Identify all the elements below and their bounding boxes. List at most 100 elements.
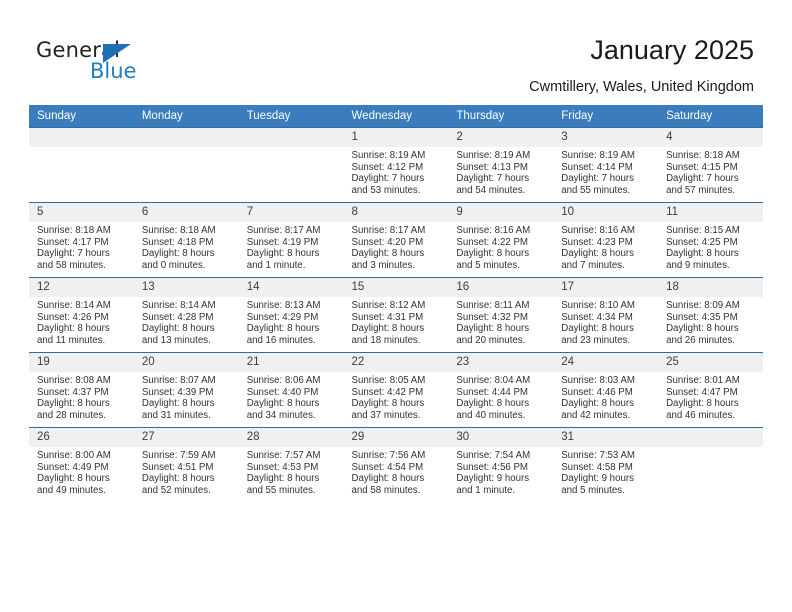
calendar-day-cell[interactable]: 13 Sunrise: 8:14 AM Sunset: 4:28 PM Dayligh… (133, 277, 239, 353)
day-info-line: Daylight: 8 hours (141, 473, 215, 485)
calendar-day-cell[interactable]: 23 Sunrise: 8:04 AM Sunset: 4:44 PM Dayligh… (448, 352, 554, 428)
day-info-line: Sunset: 4:32 PM (456, 311, 528, 323)
day-info-line: Daylight: 8 hours (456, 398, 530, 410)
day-info-line: Sunrise: 7:53 AM (561, 450, 635, 461)
calendar-day-cell[interactable]: 28 Sunrise: 7:57 AM Sunset: 4:53 PM Dayligh… (238, 427, 344, 502)
day-number: 23 (448, 353, 554, 372)
day-info-line: Daylight: 8 hours (246, 323, 320, 335)
calendar-week-row: 5 Sunrise: 8:18 AM Sunset: 4:17 PM Daylight… (29, 202, 763, 278)
day-info-line: Daylight: 9 hours (561, 473, 634, 485)
day-number (658, 428, 763, 447)
calendar-day-cell[interactable]: 7 Sunrise: 8:17 AM Sunset: 4:19 PM Daylight… (238, 202, 344, 278)
day-sun-info: Sunrise: 8:16 AM Sunset: 4:22 PM Daylight:… (448, 222, 553, 271)
calendar-day-cell[interactable]: 12 Sunrise: 8:14 AM Sunset: 4:26 PM Dayligh… (29, 277, 134, 353)
day-info-line: and 1 minute. (246, 259, 306, 271)
day-info-line: Sunrise: 8:17 AM (351, 225, 426, 236)
day-info-line: Daylight: 8 hours (141, 248, 215, 260)
calendar-day-cell[interactable]: 30 Sunrise: 7:54 AM Sunset: 4:56 PM Dayligh… (448, 427, 554, 502)
day-sun-info: Sunrise: 7:53 AM Sunset: 4:58 PM Daylight:… (553, 447, 658, 496)
calendar-day-cell[interactable]: 15 Sunrise: 8:12 AM Sunset: 4:31 PM Dayligh… (343, 277, 449, 353)
day-info-line: Sunrise: 8:18 AM (141, 225, 216, 236)
calendar-day-cell[interactable]: 11 Sunrise: 8:15 AM Sunset: 4:25 PM Dayligh… (658, 202, 763, 278)
day-info-line: Daylight: 8 hours (561, 323, 634, 335)
weekday-header-sunday: Sunday (29, 105, 134, 128)
day-info-line: Sunset: 4:15 PM (666, 161, 738, 173)
calendar-day-cell[interactable]: 17 Sunrise: 8:10 AM Sunset: 4:34 PM Dayligh… (553, 277, 659, 353)
day-info-line: Sunrise: 8:10 AM (561, 300, 635, 311)
day-number: 19 (29, 353, 134, 372)
calendar-day-cell[interactable]: 8 Sunrise: 8:17 AM Sunset: 4:20 PM Daylight… (343, 202, 449, 278)
day-info-line: Sunset: 4:42 PM (351, 386, 424, 398)
day-info-line: and 53 minutes. (351, 184, 421, 196)
calendar-day-cell[interactable]: 22 Sunrise: 8:05 AM Sunset: 4:42 PM Dayligh… (343, 352, 449, 428)
calendar-day-cell[interactable]: 10 Sunrise: 8:16 AM Sunset: 4:23 PM Dayligh… (553, 202, 659, 278)
day-sun-info: Sunrise: 8:11 AM Sunset: 4:32 PM Daylight:… (448, 297, 553, 346)
day-info-line: Sunset: 4:49 PM (37, 461, 109, 473)
calendar-day-cell-empty (29, 127, 134, 203)
calendar-day-cell[interactable]: 5 Sunrise: 8:18 AM Sunset: 4:17 PM Daylight… (29, 202, 134, 278)
calendar-day-cell[interactable]: 3 Sunrise: 8:19 AM Sunset: 4:14 PM Daylight… (553, 127, 659, 203)
day-info-line: Sunrise: 8:19 AM (456, 150, 531, 161)
calendar-day-cell[interactable]: 25 Sunrise: 8:01 AM Sunset: 4:47 PM Dayligh… (658, 352, 763, 428)
weekday-header-wednesday: Wednesday (343, 105, 449, 128)
calendar-day-cell[interactable]: 21 Sunrise: 8:06 AM Sunset: 4:40 PM Dayligh… (238, 352, 344, 428)
day-info-line: Sunrise: 8:14 AM (37, 300, 111, 311)
calendar-day-cell[interactable]: 27 Sunrise: 7:59 AM Sunset: 4:51 PM Dayligh… (133, 427, 239, 502)
day-number: 3 (553, 128, 659, 147)
day-info-line: Sunset: 4:31 PM (351, 311, 424, 323)
day-info-line: Daylight: 8 hours (561, 398, 634, 410)
calendar-day-cell[interactable]: 26 Sunrise: 8:00 AM Sunset: 4:49 PM Dayligh… (29, 427, 134, 502)
calendar-day-cell[interactable]: 24 Sunrise: 8:03 AM Sunset: 4:46 PM Dayligh… (553, 352, 659, 428)
calendar-day-cell[interactable]: 29 Sunrise: 7:56 AM Sunset: 4:54 PM Dayligh… (343, 427, 449, 502)
day-sun-info: Sunrise: 8:16 AM Sunset: 4:23 PM Daylight:… (553, 222, 658, 271)
day-number: 11 (658, 203, 763, 222)
day-info-line: Daylight: 9 hours (456, 473, 530, 485)
day-info-line: Sunrise: 8:16 AM (561, 225, 635, 236)
calendar-day-cell[interactable]: 6 Sunrise: 8:18 AM Sunset: 4:18 PM Daylight… (133, 202, 239, 278)
calendar-day-cell[interactable]: 19 Sunrise: 8:08 AM Sunset: 4:37 PM Dayligh… (29, 352, 134, 428)
day-info-line: and 23 minutes. (561, 334, 631, 346)
day-info-line: and 55 minutes. (246, 484, 316, 496)
weekday-header-friday: Friday (553, 105, 659, 128)
calendar-day-cell[interactable]: 2 Sunrise: 8:19 AM Sunset: 4:13 PM Daylight… (448, 127, 554, 203)
day-sun-info: Sunrise: 8:07 AM Sunset: 4:39 PM Daylight:… (134, 372, 239, 421)
calendar-day-cell[interactable]: 20 Sunrise: 8:07 AM Sunset: 4:39 PM Dayligh… (133, 352, 239, 428)
calendar-day-cell[interactable]: 1 Sunrise: 8:19 AM Sunset: 4:12 PM Daylight… (343, 127, 449, 203)
calendar-day-cell[interactable]: 4 Sunrise: 8:18 AM Sunset: 4:15 PM Daylight… (658, 127, 763, 203)
day-number: 29 (343, 428, 449, 447)
day-info-line: Sunrise: 8:13 AM (246, 300, 321, 311)
day-info-line: Sunset: 4:58 PM (561, 461, 633, 473)
day-number: 24 (553, 353, 659, 372)
day-info-line: and 58 minutes. (37, 259, 106, 271)
day-info-line: and 20 minutes. (456, 334, 526, 346)
calendar-day-cell[interactable]: 31 Sunrise: 7:53 AM Sunset: 4:58 PM Dayligh… (553, 427, 659, 502)
calendar-day-cell[interactable]: 9 Sunrise: 8:16 AM Sunset: 4:22 PM Daylight… (448, 202, 554, 278)
calendar-day-cell-empty (238, 127, 344, 203)
calendar-week-row: 19 Sunrise: 8:08 AM Sunset: 4:37 PM Dayligh… (29, 352, 763, 428)
day-info-line: Daylight: 7 hours (37, 248, 110, 260)
weekday-header-monday: Monday (133, 105, 239, 128)
day-number: 18 (658, 278, 763, 297)
calendar-week-row: 12 Sunrise: 8:14 AM Sunset: 4:26 PM Dayligh… (29, 277, 763, 353)
day-info-line: Sunrise: 7:56 AM (351, 450, 426, 461)
day-info-line: and 57 minutes. (666, 184, 735, 196)
day-sun-info: Sunrise: 8:15 AM Sunset: 4:25 PM Daylight:… (658, 222, 763, 271)
calendar-day-cell[interactable]: 16 Sunrise: 8:11 AM Sunset: 4:32 PM Dayligh… (448, 277, 554, 353)
day-number: 31 (553, 428, 659, 447)
brand-logo[interactable]: General Blue (36, 38, 216, 86)
day-info-line: and 37 minutes. (351, 409, 421, 421)
day-info-line: Daylight: 8 hours (246, 473, 320, 485)
day-info-line: Sunrise: 8:09 AM (666, 300, 740, 311)
page-subtitle: Cwmtillery, Wales, United Kingdom (529, 79, 754, 95)
day-sun-info: Sunrise: 8:17 AM Sunset: 4:19 PM Daylight:… (239, 222, 344, 271)
day-sun-info: Sunrise: 8:09 AM Sunset: 4:35 PM Daylight:… (658, 297, 763, 346)
calendar-day-cell[interactable]: 14 Sunrise: 8:13 AM Sunset: 4:29 PM Dayligh… (238, 277, 344, 353)
calendar-day-cell[interactable]: 18 Sunrise: 8:09 AM Sunset: 4:35 PM Dayligh… (658, 277, 763, 353)
day-info-line: Daylight: 8 hours (666, 248, 739, 260)
weekday-header-saturday: Saturday (658, 105, 763, 128)
day-info-line: and 0 minutes. (141, 259, 206, 271)
day-info-line: Sunrise: 8:00 AM (37, 450, 111, 461)
day-info-line: Sunrise: 8:14 AM (141, 300, 216, 311)
day-sun-info: Sunrise: 7:56 AM Sunset: 4:54 PM Daylight:… (344, 447, 449, 496)
day-info-line: and 16 minutes. (246, 334, 316, 346)
